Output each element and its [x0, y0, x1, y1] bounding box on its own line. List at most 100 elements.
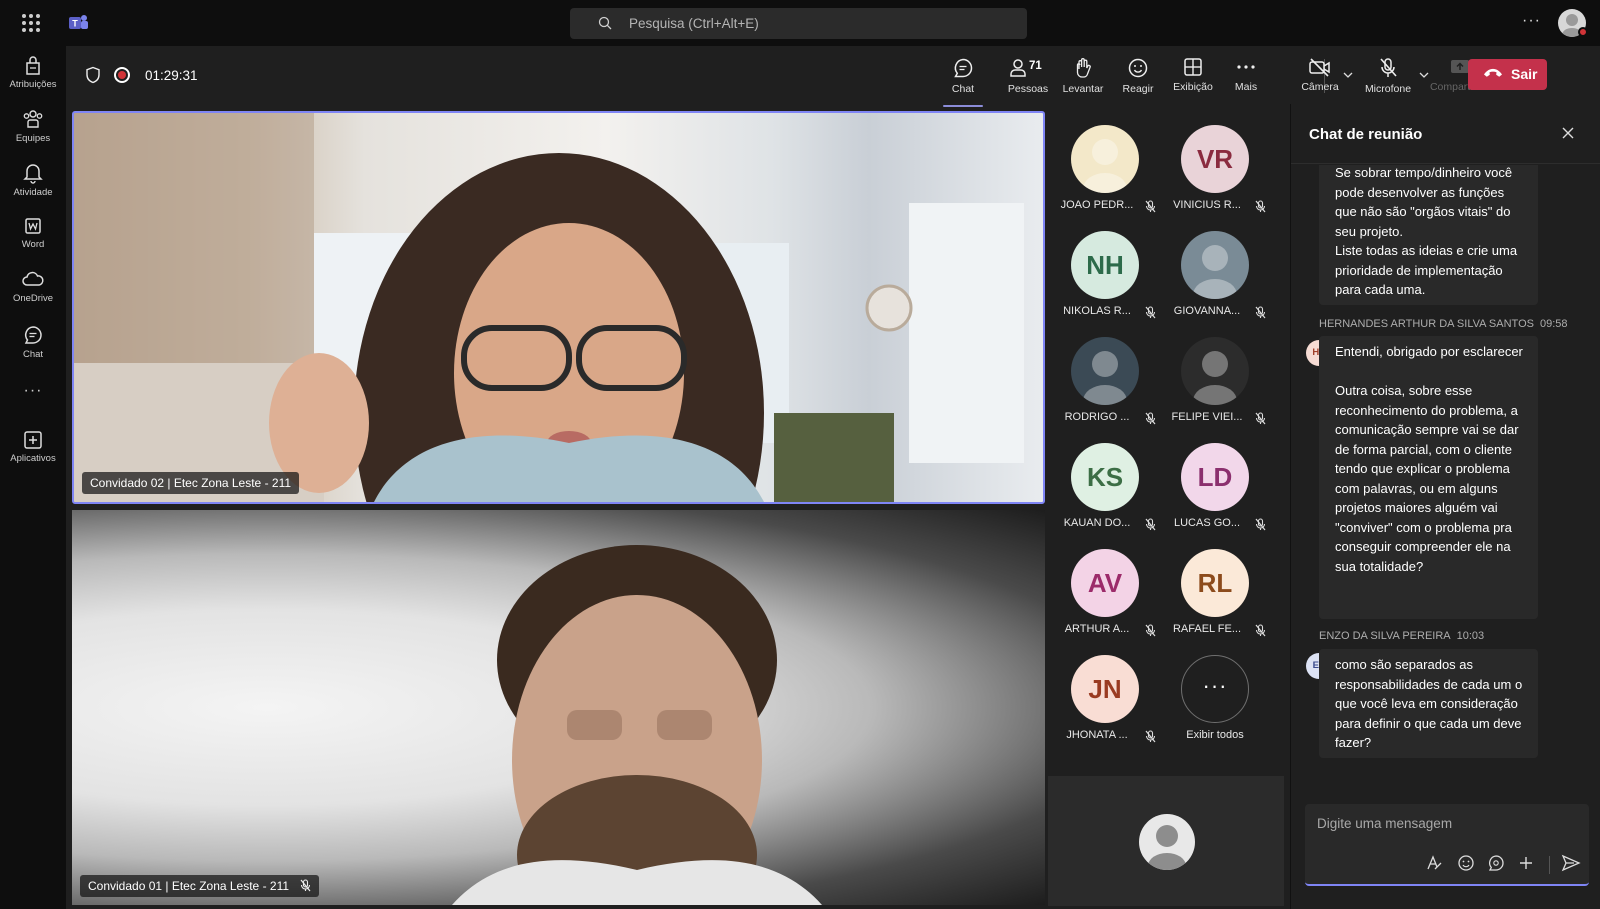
cloud-icon — [22, 271, 44, 286]
participant-tile[interactable]: VR VINICIUS R... — [1161, 111, 1271, 216]
chat-message: Entendi, obrigado por esclarecer Outra c… — [1319, 336, 1538, 619]
chat-message-text: Entendi, obrigado por esclarecer Outra c… — [1335, 344, 1523, 574]
self-avatar — [1139, 814, 1195, 870]
teams-icon — [23, 110, 43, 128]
participant-tile[interactable]: JOAO PEDR... — [1051, 111, 1161, 216]
chat-message-list: Se sobrar tempo/dinheiro você pode desen… — [1291, 165, 1600, 865]
participant-tile[interactable]: JN JHONATA ... — [1051, 641, 1161, 746]
see-all-participants-button[interactable]: ··· Exibir todos — [1161, 641, 1271, 746]
emoji-icon[interactable] — [1457, 854, 1475, 877]
chat-message-meta: HERNANDES ARTHUR DA SILVA SANTOS 09:58 — [1319, 318, 1568, 330]
participant-name: JOAO PEDR... — [1060, 199, 1134, 211]
close-icon[interactable] — [1561, 126, 1575, 140]
participant-gallery: JOAO PEDR... VR VINICIUS R... NH NIKOLAS R..… — [1048, 111, 1284, 771]
participant-name: FELIPE VIEI... — [1171, 411, 1243, 423]
mic-off-icon — [1145, 306, 1156, 324]
react-button[interactable]: Reagir — [1118, 57, 1158, 103]
avatar — [1071, 337, 1139, 405]
rail-item-apps[interactable]: Aplicativos — [0, 430, 66, 482]
more-options-icon[interactable]: ··· — [1522, 12, 1541, 30]
rail-item-label: Word — [21, 239, 45, 250]
add-icon[interactable] — [1517, 854, 1535, 877]
avatar-initials: LD — [1197, 462, 1233, 492]
video-tile-speaker[interactable]: Convidado 02 | Etec Zona Leste - 211 — [72, 111, 1045, 504]
rail-item-onedrive[interactable]: OneDrive — [0, 270, 66, 322]
participant-tile[interactable]: LD LUCAS GO... — [1161, 429, 1271, 534]
video-tile-participant[interactable]: Convidado 01 | Etec Zona Leste - 211 — [72, 510, 1045, 905]
see-all-label: Exibir todos — [1186, 729, 1244, 741]
more-actions-button[interactable]: Mais — [1228, 57, 1264, 103]
rail-item-word[interactable]: Word — [0, 216, 66, 268]
avatar-initials: KS — [1086, 462, 1124, 492]
chat-title: Chat de reunião — [1309, 126, 1423, 143]
participant-name: Convidado 01 | Etec Zona Leste - 211 — [88, 879, 290, 893]
participant-tile[interactable]: KS KAUAN DO... — [1051, 429, 1161, 534]
camera-button[interactable]: Câmera — [1300, 57, 1340, 103]
camera-off-icon — [1309, 58, 1330, 77]
view-button[interactable]: Exibição — [1170, 57, 1216, 103]
people-button[interactable]: 71 Pessoas — [1006, 57, 1050, 103]
shield-icon[interactable] — [85, 66, 101, 84]
participant-name: GIOVANNA... — [1173, 305, 1241, 317]
react-label: Reagir — [1122, 83, 1154, 95]
chat-icon — [954, 58, 973, 78]
video-feed-participant — [452, 545, 822, 905]
raise-hand-icon — [1076, 58, 1091, 78]
message-composer[interactable]: Digite uma mensagem — [1305, 804, 1589, 886]
hang-up-icon — [1484, 68, 1502, 77]
more-icon — [1237, 65, 1255, 69]
app-launcher-icon[interactable] — [22, 14, 40, 32]
mic-off-icon — [300, 879, 311, 892]
rail-item-assignments[interactable]: Atribuições — [0, 54, 66, 106]
leave-button[interactable]: Sair — [1468, 59, 1547, 90]
rail-more-icon[interactable]: ··· — [0, 382, 66, 400]
rail-item-teams[interactable]: Equipes — [0, 108, 66, 160]
avatar: NH — [1071, 231, 1139, 299]
emoji-icon — [1128, 58, 1148, 78]
raise-hand-button[interactable]: Levantar — [1060, 57, 1106, 103]
chat-button[interactable]: Chat — [943, 57, 983, 107]
chat-time: 09:58 — [1539, 318, 1568, 330]
participant-tile[interactable]: RL RAFAEL FE... — [1161, 535, 1271, 640]
add-apps-icon — [24, 431, 42, 449]
camera-options-chevron-icon[interactable] — [1342, 70, 1354, 80]
avatar: LD — [1181, 443, 1249, 511]
people-icon — [1010, 59, 1026, 77]
participant-tile[interactable]: GIOVANNA... — [1161, 217, 1271, 322]
participant-name: RODRIGO ... — [1064, 411, 1130, 423]
mic-off-icon — [1380, 58, 1397, 77]
self-view-tile[interactable] — [1048, 776, 1284, 906]
rail-item-label: Aplicativos — [10, 453, 56, 464]
participant-tile[interactable]: RODRIGO ... — [1051, 323, 1161, 428]
avatar-initials: JN — [1088, 674, 1122, 704]
rail-item-activity[interactable]: Atividade — [0, 162, 66, 214]
chat-message-text: como são separados as responsabilidades … — [1335, 657, 1523, 750]
app-rail: Atribuições Equipes Atividade Word OneDr… — [0, 46, 66, 909]
participant-tile[interactable]: AV ARTHUR A... — [1051, 535, 1161, 640]
meeting-chat-pane: Chat de reunião Se sobrar tempo/dinheiro… — [1290, 104, 1600, 909]
format-icon[interactable] — [1425, 854, 1443, 877]
send-icon[interactable] — [1561, 854, 1581, 877]
participant-name: NIKOLAS R... — [1063, 305, 1131, 317]
chat-time: 10:03 — [1456, 630, 1485, 642]
leave-label: Sair — [1511, 66, 1538, 82]
chat-author: ENZO DA SILVA PEREIRA — [1319, 630, 1451, 642]
sticker-icon[interactable] — [1487, 854, 1505, 877]
mic-off-icon — [1145, 624, 1156, 642]
chat-author: HERNANDES ARTHUR DA SILVA SANTOS — [1319, 318, 1534, 330]
participant-name: Convidado 02 | Etec Zona Leste - 211 — [90, 476, 292, 490]
mic-off-icon — [1145, 518, 1156, 536]
more-label: Mais — [1234, 81, 1258, 93]
view-label: Exibição — [1173, 81, 1213, 93]
participant-tile[interactable]: FELIPE VIEI... — [1161, 323, 1271, 428]
participant-tile[interactable]: NH NIKOLAS R... — [1051, 217, 1161, 322]
mic-off-icon — [1145, 200, 1156, 218]
microphone-button[interactable]: Microfone — [1360, 57, 1416, 103]
avatar: JN — [1071, 655, 1139, 723]
avatar — [1181, 337, 1249, 405]
participant-name-tag: Convidado 01 | Etec Zona Leste - 211 — [80, 875, 320, 897]
rail-item-chat[interactable]: Chat — [0, 324, 66, 376]
search-box[interactable]: Pesquisa (Ctrl+Alt+E) — [570, 8, 1027, 39]
composer-placeholder: Digite uma mensagem — [1317, 816, 1453, 831]
raise-hand-label: Levantar — [1062, 83, 1104, 95]
